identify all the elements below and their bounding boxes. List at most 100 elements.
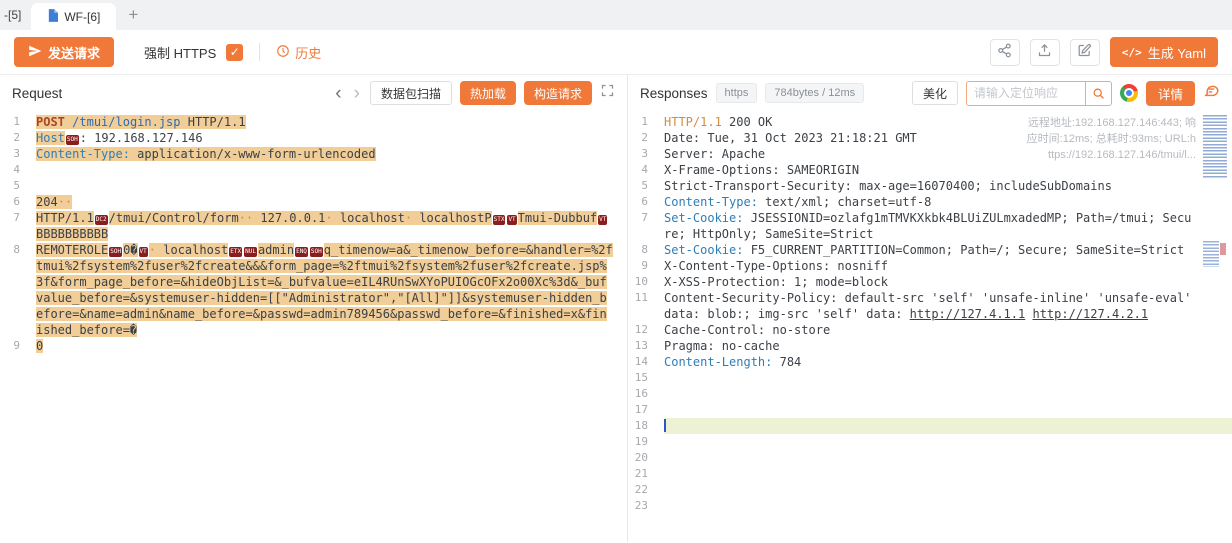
comment-icon[interactable]	[1203, 82, 1220, 104]
line-number: 9	[0, 338, 36, 354]
hot-reload-button[interactable]: 热加载	[460, 81, 516, 105]
request-line-8[interactable]: 8REMOTEROLESOH0�VT· localhostETXNULadmin…	[0, 242, 627, 338]
line-number: 3	[628, 146, 664, 162]
send-request-button[interactable]: 发送请求	[14, 37, 114, 67]
line-number: 3	[0, 146, 36, 162]
force-https-checkbox[interactable]: ✓	[226, 44, 243, 61]
minimap-marker	[1220, 243, 1226, 255]
response-line-2[interactable]: 2Date: Tue, 31 Oct 2023 21:18:21 GMT应时间:…	[628, 130, 1232, 146]
response-line-8[interactable]: 8Set-Cookie: F5_CURRENT_PARTITION=Common…	[628, 242, 1232, 258]
minimap-headers-block	[1203, 115, 1227, 179]
line-number: 13	[628, 338, 664, 354]
line-content	[36, 178, 627, 194]
request-panel: Request ‹ › 数据包扫描 热加载 构造请求 1POST /tmui/l…	[0, 75, 628, 542]
request-line-9[interactable]: 90	[0, 338, 627, 354]
request-line-7[interactable]: 7HTTP/1.1DC2/tmui/Control/form·· 127.0.0…	[0, 210, 627, 242]
edit-button[interactable]	[1070, 39, 1100, 66]
response-line-3[interactable]: 3Server: Apachettps://192.168.127.146/tm…	[628, 146, 1232, 162]
tab-active[interactable]: WF-[6]	[31, 3, 116, 30]
request-line-1[interactable]: 1POST /tmui/login.jsp HTTP/1.1	[0, 114, 627, 130]
request-editor[interactable]: 1POST /tmui/login.jsp HTTP/1.12HostSOH: …	[0, 111, 627, 542]
share-button[interactable]	[990, 39, 1020, 66]
control-char-dc2: DC2	[95, 215, 108, 225]
chrome-icon[interactable]	[1120, 84, 1138, 102]
response-line-23[interactable]: 23	[628, 498, 1232, 514]
control-char-nul: NUL	[244, 247, 257, 257]
tab-previous[interactable]: -[5]	[0, 8, 31, 30]
request-line-3[interactable]: 3Content-Type: application/x-www-form-ur…	[0, 146, 627, 162]
response-line-10[interactable]: 10X-XSS-Protection: 1; mode=block	[628, 274, 1232, 290]
response-line-9[interactable]: 9X-Content-Type-Options: nosniff	[628, 258, 1232, 274]
code-segment: Content-Type:	[664, 195, 758, 209]
response-line-14[interactable]: 14Content-Length: 784	[628, 354, 1232, 370]
details-button[interactable]: 详情	[1146, 81, 1195, 106]
response-line-19[interactable]: 19	[628, 434, 1232, 450]
fullscreen-icon[interactable]	[600, 83, 615, 103]
response-line-16[interactable]: 16	[628, 386, 1232, 402]
construct-request-button[interactable]: 构造请求	[524, 81, 592, 105]
minimap[interactable]	[1203, 115, 1229, 542]
main-toolbar: 发送请求 强制 HTTPS ✓ 历史 </>	[0, 30, 1232, 75]
control-char-vt: VT	[507, 215, 516, 225]
code-segment: 0�	[123, 243, 137, 257]
line-content: Content-Security-Policy: default-src 'se…	[664, 290, 1232, 322]
request-line-4[interactable]: 4	[0, 162, 627, 178]
line-number: 23	[628, 498, 664, 514]
response-line-1[interactable]: 1HTTP/1.1 200 OK远程地址:192.168.127.146:443…	[628, 114, 1232, 130]
line-number: 5	[0, 178, 36, 194]
code-segment: HTTP/1.1	[664, 115, 722, 129]
code-segment: Content-Length:	[664, 355, 772, 369]
request-line-6[interactable]: 6204··	[0, 194, 627, 210]
next-request-button[interactable]: ›	[352, 84, 362, 103]
request-title: Request	[12, 86, 62, 101]
response-line-13[interactable]: 13Pragma: no-cache	[628, 338, 1232, 354]
code-segment: ·	[325, 211, 332, 225]
line-number: 16	[628, 386, 664, 402]
request-panel-header: Request ‹ › 数据包扫描 热加载 构造请求	[0, 75, 627, 111]
line-number: 21	[628, 466, 664, 482]
beautify-button[interactable]: 美化	[912, 81, 958, 105]
search-icon[interactable]	[1085, 82, 1111, 105]
line-number: 10	[628, 274, 664, 290]
response-line-4[interactable]: 4X-Frame-Options: SAMEORIGIN	[628, 162, 1232, 178]
response-line-21[interactable]: 21	[628, 466, 1232, 482]
code-segment: Host	[36, 131, 65, 145]
response-line-20[interactable]: 20	[628, 450, 1232, 466]
code-segment: Set-Cookie:	[664, 243, 743, 257]
line-content: Content-Type: application/x-www-form-url…	[36, 146, 627, 162]
line-content: REMOTEROLESOH0�VT· localhostETXNULadminE…	[36, 242, 627, 338]
response-editor[interactable]: 1HTTP/1.1 200 OK远程地址:192.168.127.146:443…	[628, 111, 1232, 542]
request-line-2[interactable]: 2HostSOH: 192.168.127.146	[0, 130, 627, 146]
share-icon	[997, 43, 1012, 61]
response-line-15[interactable]: 15	[628, 370, 1232, 386]
line-number: 4	[0, 162, 36, 178]
code-segment: 127.0.0.1	[253, 211, 325, 225]
code-segment: ·	[149, 243, 156, 257]
response-panel: Responses https 784bytes / 12ms 美化 详情	[628, 75, 1232, 542]
response-line-11[interactable]: 11Content-Security-Policy: default-src '…	[628, 290, 1232, 322]
response-line-18[interactable]: 18	[628, 418, 1232, 434]
history-button[interactable]: 历史	[276, 43, 321, 62]
line-content: Strict-Transport-Security: max-age=16070…	[664, 178, 1232, 194]
prev-request-button[interactable]: ‹	[333, 84, 343, 103]
new-tab-button[interactable]: +	[116, 5, 150, 30]
request-line-5[interactable]: 5	[0, 178, 627, 194]
generate-yaml-button[interactable]: </> 生成 Yaml	[1110, 37, 1218, 67]
line-number: 14	[628, 354, 664, 370]
search-input[interactable]	[967, 82, 1085, 105]
response-line-22[interactable]: 22	[628, 482, 1232, 498]
main-split: Request ‹ › 数据包扫描 热加载 构造请求 1POST /tmui/l…	[0, 75, 1232, 542]
line-number: 8	[0, 242, 36, 338]
export-button[interactable]	[1030, 39, 1060, 66]
response-line-7[interactable]: 7Set-Cookie: JSESSIONID=ozlafg1mTMVKXkbk…	[628, 210, 1232, 242]
code-segment: Content-Type:	[36, 147, 130, 161]
packet-scan-button[interactable]: 数据包扫描	[370, 81, 452, 105]
response-line-12[interactable]: 12Cache-Control: no-store	[628, 322, 1232, 338]
response-line-17[interactable]: 17	[628, 402, 1232, 418]
code-segment: Tmui-Dubbuf	[518, 211, 597, 225]
code-segment: X-Content-Type-Options: nosniff	[664, 259, 888, 273]
response-line-6[interactable]: 6Content-Type: text/xml; charset=utf-8	[628, 194, 1232, 210]
response-panel-header: Responses https 784bytes / 12ms 美化 详情	[628, 75, 1232, 111]
history-label: 历史	[295, 43, 321, 62]
response-line-5[interactable]: 5Strict-Transport-Security: max-age=1607…	[628, 178, 1232, 194]
